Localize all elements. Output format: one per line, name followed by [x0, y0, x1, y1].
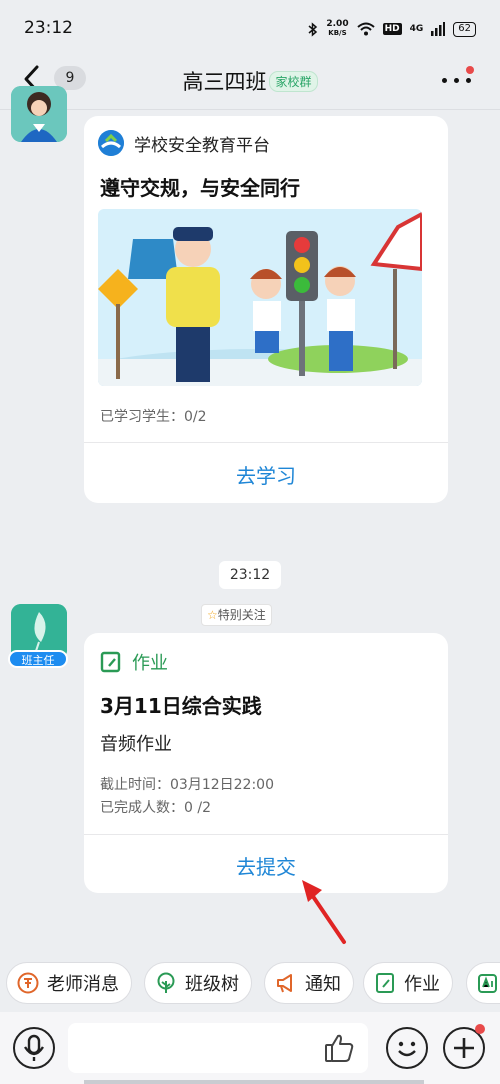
signal-icon	[431, 22, 446, 36]
quick-action-notice[interactable]: 通知	[264, 962, 354, 1004]
teacher-role-badge: 班主任	[8, 650, 68, 668]
wifi-icon	[356, 22, 375, 36]
teacher-icon	[17, 972, 39, 994]
voice-input-button[interactable]	[13, 1027, 55, 1069]
homework-type: 音频作业	[100, 734, 172, 755]
submit-homework-button[interactable]: 去提交	[84, 851, 448, 880]
status-time: 23:12	[24, 18, 73, 38]
megaphone-icon	[277, 974, 292, 993]
message-input-bar	[0, 1012, 500, 1084]
notification-dot	[466, 66, 474, 74]
signal-label: 4G	[409, 24, 424, 34]
red-arrow-annotation	[302, 880, 346, 944]
quick-action-more[interactable]	[466, 962, 500, 1004]
divider	[84, 442, 448, 443]
quick-action-class-tree[interactable]: 班级树	[144, 962, 252, 1004]
quick-action-teacher-messages[interactable]: 老师消息	[6, 962, 132, 1004]
tree-icon	[157, 972, 175, 993]
group-type-tag: 家校群	[269, 71, 318, 92]
bluetooth-icon	[308, 21, 318, 37]
status-icons: 2.00 KB/S HD 4G 62	[308, 20, 476, 38]
homework-completed-count: 已完成人数：0 /2	[100, 800, 211, 816]
microphone-icon	[23, 1034, 45, 1061]
smile-icon	[398, 1041, 416, 1057]
message-timestamp: 23:12	[219, 561, 281, 589]
page-title: 高三四班 家校群	[0, 66, 500, 96]
emoji-button[interactable]	[386, 1027, 428, 1069]
message-text-input[interactable]	[68, 1023, 368, 1073]
go-learn-button[interactable]: 去学习	[84, 460, 448, 489]
ai-icon	[478, 974, 497, 993]
platform-header: 学校安全教育平台	[98, 130, 270, 156]
home-indicator	[84, 1080, 424, 1084]
net-speed: 2.00 KB/S	[326, 19, 349, 38]
lesson-illustration[interactable]	[98, 209, 422, 386]
platform-name: 学校安全教育平台	[134, 135, 270, 156]
status-bar: 23:12 2.00 KB/S HD 4G 62	[0, 0, 500, 60]
like-button[interactable]	[324, 1032, 356, 1064]
safety-lesson-card[interactable]: 学校安全教育平台 遵守交规，与安全同行 已学习学生：0/2 去学习	[84, 116, 448, 503]
special-follow-tag: ☆特别关注	[201, 604, 272, 626]
homework-card[interactable]: 作业 3月11日综合实践 音频作业 截止时间：03月12日22:00 已完成人数…	[84, 633, 448, 893]
more-options-button[interactable]	[442, 66, 474, 88]
thumbs-up-icon	[325, 1034, 354, 1062]
homework-label: 作业	[132, 653, 168, 674]
plus-icon	[454, 1038, 474, 1058]
homework-header: 作业	[100, 649, 168, 675]
star-icon: ☆	[207, 608, 218, 622]
homework-icon	[100, 651, 121, 673]
sender-avatar[interactable]	[11, 86, 67, 142]
divider	[84, 834, 448, 835]
quick-action-homework[interactable]: 作业	[363, 962, 453, 1004]
battery-indicator: 62	[453, 21, 476, 37]
notification-dot	[475, 1024, 485, 1034]
platform-logo-icon	[98, 130, 124, 156]
quick-action-bar: 老师消息 班级树 通知 作业	[0, 958, 500, 1008]
lesson-title: 遵守交规，与安全同行	[100, 176, 300, 200]
learning-progress: 已学习学生：0/2	[100, 409, 207, 425]
hd-badge: HD	[382, 23, 402, 35]
homework-deadline: 截止时间：03月12日22:00	[100, 777, 274, 793]
homework-title: 3月11日综合实践	[100, 694, 262, 718]
homework-icon	[376, 973, 394, 993]
group-name: 高三四班	[182, 70, 267, 94]
person-avatar-image	[11, 86, 67, 142]
chat-header: 9 高三四班 家校群	[0, 60, 500, 110]
